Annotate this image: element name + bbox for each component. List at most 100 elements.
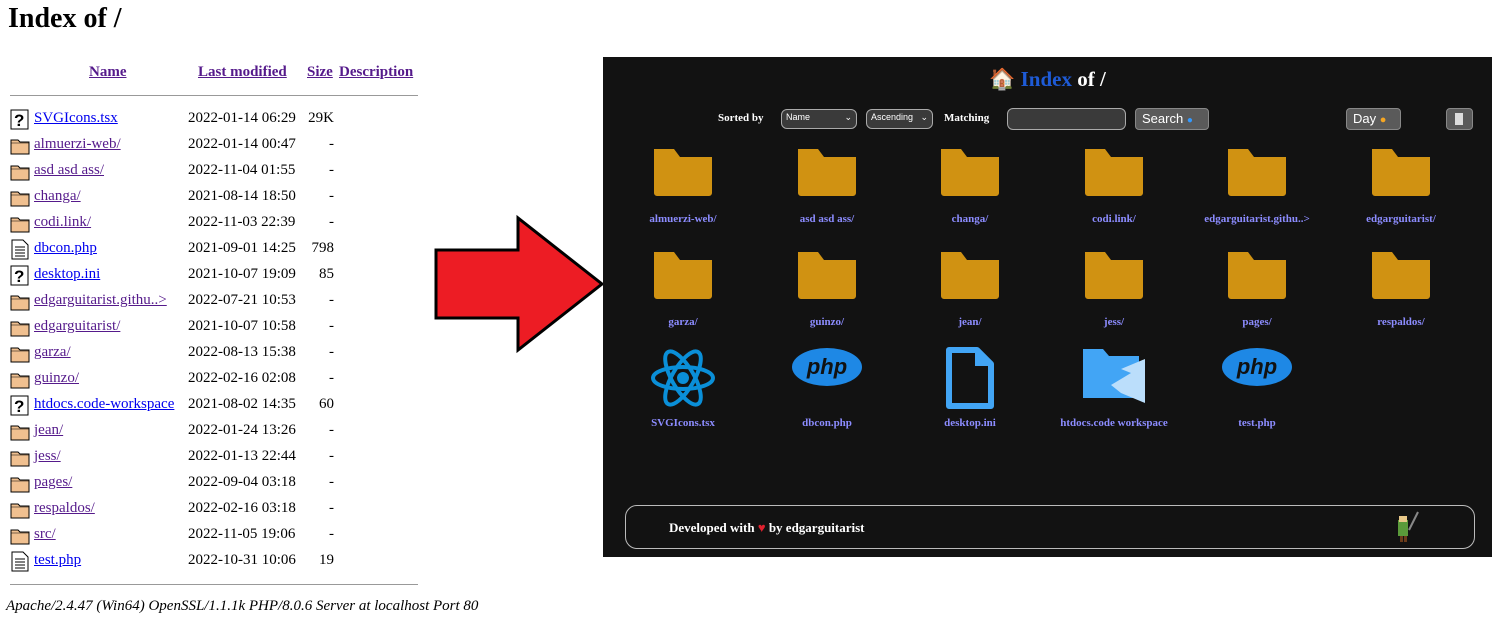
sort-modified-link[interactable]: Last modified (198, 64, 287, 81)
search-button[interactable]: Search ● (1135, 108, 1209, 130)
unknown-file-icon: ? (10, 265, 30, 286)
folder-icon (757, 147, 897, 207)
size-cell: 85 (319, 266, 334, 282)
table-row: test.php 2022-10-31 10:06 19 (8, 550, 428, 576)
search-label: Search (1142, 111, 1184, 126)
file-link[interactable]: desktop.ini (34, 266, 100, 283)
table-row: edgarguitarist/ 2021-10-07 10:58 - (8, 316, 428, 342)
size-cell: 19 (319, 552, 334, 568)
modified-cell: 2022-01-14 00:47 (188, 136, 296, 152)
grid-item[interactable]: guinzo/ (757, 250, 897, 328)
svg-text:?: ? (14, 397, 24, 416)
clipboard-button[interactable] (1446, 108, 1473, 130)
divider (10, 95, 418, 96)
grid-item[interactable]: jean/ (900, 250, 1040, 328)
theme-toggle-button[interactable]: Day ● (1346, 108, 1401, 130)
theme-label: Day (1353, 111, 1377, 126)
file-link[interactable]: edgarguitarist/ (34, 318, 120, 335)
item-label: pages/ (1242, 316, 1272, 328)
grid-item[interactable]: php test.php (1187, 347, 1327, 429)
modified-cell: 2022-10-31 10:06 (188, 552, 296, 568)
table-row: almuerzi-web/ 2022-01-14 00:47 - (8, 134, 428, 160)
grid-item[interactable]: SVGIcons.tsx (613, 347, 753, 429)
grid-item[interactable]: almuerzi-web/ (613, 147, 753, 225)
folder-icon (10, 499, 30, 520)
footer-text: Developed with ♥ by edgarguitarist (669, 520, 865, 535)
size-cell: - (329, 500, 334, 516)
modified-cell: 2022-07-21 10:53 (188, 292, 296, 308)
file-link[interactable]: jess/ (34, 448, 61, 465)
sort-size-link[interactable]: Size (307, 64, 333, 81)
folder-icon (757, 250, 897, 310)
size-cell: - (329, 526, 334, 542)
file-link[interactable]: src/ (34, 526, 56, 543)
size-cell: 798 (311, 240, 335, 256)
grid-item[interactable]: respaldos/ (1331, 250, 1471, 328)
grid-item[interactable]: jess/ (1044, 250, 1184, 328)
file-link[interactable]: asd asd ass/ (34, 162, 104, 179)
file-link[interactable]: SVGIcons.tsx (34, 110, 118, 127)
item-label: desktop.ini (944, 417, 996, 429)
modified-cell: 2022-01-24 13:26 (188, 422, 296, 438)
file-link[interactable]: edgarguitarist.githu..> (34, 292, 167, 309)
file-link[interactable]: jean/ (34, 422, 63, 439)
order-select[interactable]: Ascending ⌄ (866, 109, 933, 129)
modified-cell: 2021-10-07 10:58 (188, 318, 296, 334)
grid-item[interactable]: pages/ (1187, 250, 1327, 328)
file-link[interactable]: dbcon.php (34, 240, 97, 257)
table-row: ? desktop.ini 2021-10-07 19:09 85 (8, 264, 428, 290)
folder-icon (1331, 250, 1471, 310)
clipboard-icon (1455, 113, 1463, 125)
file-link[interactable]: htdocs.code-workspace (34, 396, 174, 413)
size-cell: 60 (319, 396, 334, 412)
grid-item[interactable]: edgarguitarist/ (1331, 147, 1471, 225)
folder-icon (10, 317, 30, 338)
size-cell: - (329, 474, 334, 490)
file-link[interactable]: garza/ (34, 344, 71, 361)
table-row: edgarguitarist.githu..> 2022-07-21 10:53… (8, 290, 428, 316)
folder-icon (1187, 250, 1327, 310)
file-link[interactable]: changa/ (34, 188, 81, 205)
sort-select[interactable]: Name ⌄ (781, 109, 857, 129)
table-row: changa/ 2021-08-14 18:50 - (8, 186, 428, 212)
size-cell: - (329, 370, 334, 386)
file-link[interactable]: respaldos/ (34, 500, 95, 517)
house-icon: 🏠 (989, 67, 1016, 91)
sort-name-link[interactable]: Name (89, 64, 127, 81)
file-link[interactable]: pages/ (34, 474, 72, 491)
grid-item[interactable]: garza/ (613, 250, 753, 328)
sort-description-link[interactable]: Description (339, 64, 413, 81)
title-rest: of / (1071, 67, 1106, 91)
unknown-file-icon: ? (10, 109, 30, 130)
file-link[interactable]: codi.link/ (34, 214, 91, 231)
grid-item[interactable]: php dbcon.php (757, 347, 897, 429)
grid-item[interactable]: asd asd ass/ (757, 147, 897, 225)
grid-item[interactable]: edgarguitarist.githu..> (1187, 147, 1327, 225)
size-cell: 29K (308, 110, 334, 126)
react-icon (613, 347, 753, 411)
file-link[interactable]: almuerzi-web/ (34, 136, 121, 153)
folder-icon (10, 187, 30, 208)
grid-item[interactable]: desktop.ini (900, 347, 1040, 429)
item-label: edgarguitarist/ (1366, 213, 1436, 225)
file-link[interactable]: guinzo/ (34, 370, 79, 387)
file-link[interactable]: test.php (34, 552, 81, 569)
divider (10, 584, 418, 585)
svg-text:php: php (806, 354, 847, 379)
search-input[interactable] (1007, 108, 1126, 130)
grid-item[interactable]: codi.link/ (1044, 147, 1184, 225)
size-cell: - (329, 162, 334, 178)
folder-icon (900, 250, 1040, 310)
modified-cell: 2021-10-07 19:09 (188, 266, 296, 282)
size-cell: - (329, 292, 334, 308)
table-row: asd asd ass/ 2022-11-04 01:55 - (8, 160, 428, 186)
folder-icon (1044, 250, 1184, 310)
folder-icon (10, 473, 30, 494)
size-cell: - (329, 188, 334, 204)
grid-item[interactable]: changa/ (900, 147, 1040, 225)
item-label: htdocs.code workspace (1060, 417, 1168, 429)
grid-item[interactable]: htdocs.code workspace (1044, 347, 1184, 429)
folder-icon (10, 291, 30, 312)
modified-cell: 2021-09-01 14:25 (188, 240, 296, 256)
modified-cell: 2021-08-14 18:50 (188, 188, 296, 204)
